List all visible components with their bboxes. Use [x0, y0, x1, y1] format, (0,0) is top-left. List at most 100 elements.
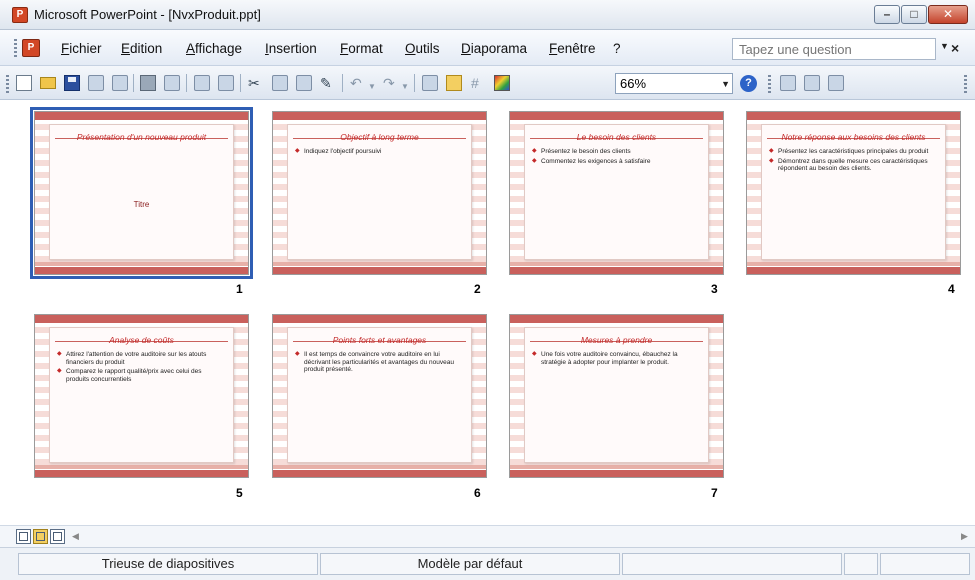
close-document-icon[interactable]: × [951, 40, 959, 56]
slide-sorter-icon [36, 532, 45, 541]
menu-grip[interactable] [14, 39, 17, 57]
zoom-dropdown-icon[interactable]: ▼ [721, 79, 730, 89]
slide-thumbnail-6[interactable]: Points forts et avantages Il est temps d… [272, 314, 487, 478]
standard-toolbar: ✂ ✎ ↶ ▼ ↷ ▼ # 66% ▼ ? [0, 66, 975, 100]
slide-border [273, 470, 486, 477]
grid-icon[interactable]: # [471, 74, 479, 92]
scroll-right-icon[interactable]: ▶ [961, 531, 968, 542]
menu-fenetre[interactable]: Fenêtre [549, 41, 596, 56]
slide-border [35, 262, 248, 266]
slide-border [510, 262, 723, 266]
powerpoint-window: P Microsoft PowerPoint - [NvxProduit.ppt… [0, 0, 975, 580]
permission-icon[interactable] [88, 75, 104, 91]
menu-format[interactable]: Format [340, 41, 383, 56]
close-icon: ✕ [942, 7, 954, 21]
print-icon[interactable] [140, 75, 156, 91]
menu-outils[interactable]: Outils [405, 41, 440, 56]
format-painter-icon[interactable]: ✎ [320, 74, 332, 92]
slide-border [273, 262, 486, 266]
slide-bullet: Comparez le rapport qualité/prix avec ce… [57, 368, 226, 383]
zoom-value: 66% [620, 76, 647, 91]
slide-design-icon[interactable] [780, 75, 796, 91]
slide-border [35, 465, 248, 469]
print-preview-icon[interactable] [164, 75, 180, 91]
color-grayscale-icon[interactable] [494, 75, 510, 91]
spelling-icon[interactable] [194, 75, 210, 91]
toolbar-grip[interactable] [768, 75, 771, 93]
new-document-icon[interactable] [16, 75, 32, 91]
slide-title: Points forts et avantages [332, 335, 427, 345]
zoom-select[interactable]: 66% ▼ [615, 73, 733, 94]
slide-bullets: Présentez le besoin des clients Commente… [532, 148, 701, 167]
slide-thumbnail-5[interactable]: Analyse de coûts Attirez l'attention de … [34, 314, 249, 478]
toolbar-grip[interactable] [6, 75, 9, 93]
slide-border [747, 267, 960, 274]
menu-affichage[interactable]: Affichage [186, 41, 242, 56]
menu-fichier[interactable]: Fichier [61, 41, 102, 56]
slide-subtitle: Titre [133, 200, 150, 209]
undo-icon[interactable]: ↶ [350, 74, 362, 92]
slide-thumbnail-2[interactable]: Objectif à long terme Indiquez l'objecti… [272, 111, 487, 275]
copy-icon[interactable] [272, 75, 288, 91]
scroll-left-icon[interactable]: ◀ [72, 531, 79, 542]
slide-border [273, 465, 486, 469]
slide-transition-icon[interactable] [804, 75, 820, 91]
cut-icon[interactable]: ✂ [248, 74, 260, 92]
slide-panel [524, 327, 709, 463]
slide-sorter-view-button[interactable] [33, 529, 48, 544]
slide-bullet: Démontrez dans quelle mesure ces caracté… [769, 158, 938, 173]
slide-title: Notre réponse aux besoins des clients [781, 132, 926, 142]
slide-thumbnail-4[interactable]: Notre réponse aux besoins des clients Pr… [746, 111, 961, 275]
status-empty-cell [880, 553, 970, 575]
slide-bullets: Il est temps de convaincre votre auditoi… [295, 351, 464, 376]
menu-help[interactable]: ? [613, 41, 621, 56]
slide-panel [49, 124, 234, 260]
ask-question-input[interactable] [732, 38, 936, 60]
toolbar-overflow-grip[interactable] [964, 75, 967, 93]
slide-thumbnail-3[interactable]: Le besoin des clients Présentez le besoi… [509, 111, 724, 275]
redo-icon[interactable]: ↷ [383, 74, 395, 92]
email-icon[interactable] [112, 75, 128, 91]
status-view-name: Trieuse de diapositives [18, 553, 318, 575]
slide-number: 7 [711, 486, 718, 500]
menu-edition[interactable]: Edition [121, 41, 162, 56]
toolbar-separator [186, 74, 187, 92]
expand-all-icon[interactable] [422, 75, 438, 91]
slide-panel [287, 327, 472, 463]
question-dropdown-icon[interactable]: ▼ [940, 41, 949, 51]
redo-dropdown-icon[interactable]: ▼ [401, 78, 409, 96]
slide-thumbnail-1[interactable]: Présentation d'un nouveau produit Titre [30, 107, 253, 279]
slide-number: 6 [474, 486, 481, 500]
slide-border [510, 465, 723, 469]
menu-insertion[interactable]: Insertion [265, 41, 317, 56]
slide-bullet: Présentez les caractéristiques principal… [769, 148, 938, 156]
minimize-button[interactable]: – [874, 5, 900, 24]
help-icon[interactable]: ? [740, 75, 757, 92]
maximize-button[interactable]: □ [901, 5, 927, 24]
normal-view-button[interactable] [16, 529, 31, 544]
slide-border [510, 470, 723, 477]
slide-number: 4 [948, 282, 955, 296]
paste-icon[interactable] [296, 75, 312, 91]
close-button[interactable]: ✕ [928, 5, 968, 24]
slide-number: 1 [236, 282, 243, 296]
slide-thumbnail-7[interactable]: Mesures à prendre Une fois votre auditoi… [509, 314, 724, 478]
powerpoint-app-icon[interactable]: P [12, 7, 28, 23]
slide-number: 3 [711, 282, 718, 296]
open-folder-icon[interactable] [40, 77, 56, 89]
slide-panel [761, 124, 946, 260]
document-icon[interactable]: P [22, 39, 40, 57]
toolbar-separator [133, 74, 134, 92]
slide-bullet: Commentez les exigences à satisfaire [532, 158, 701, 166]
toolbar-separator [240, 74, 241, 92]
slide-show-button[interactable] [50, 529, 65, 544]
menu-diaporama[interactable]: Diaporama [461, 41, 527, 56]
research-icon[interactable] [218, 75, 234, 91]
new-slide-icon[interactable] [828, 75, 844, 91]
slide-bullet: Indiquez l'objectif poursuivi [295, 148, 464, 156]
show-formatting-icon[interactable] [446, 75, 462, 91]
status-empty-cell [622, 553, 842, 575]
slide-border [35, 267, 248, 274]
undo-dropdown-icon[interactable]: ▼ [368, 78, 376, 96]
save-icon[interactable] [64, 75, 80, 91]
